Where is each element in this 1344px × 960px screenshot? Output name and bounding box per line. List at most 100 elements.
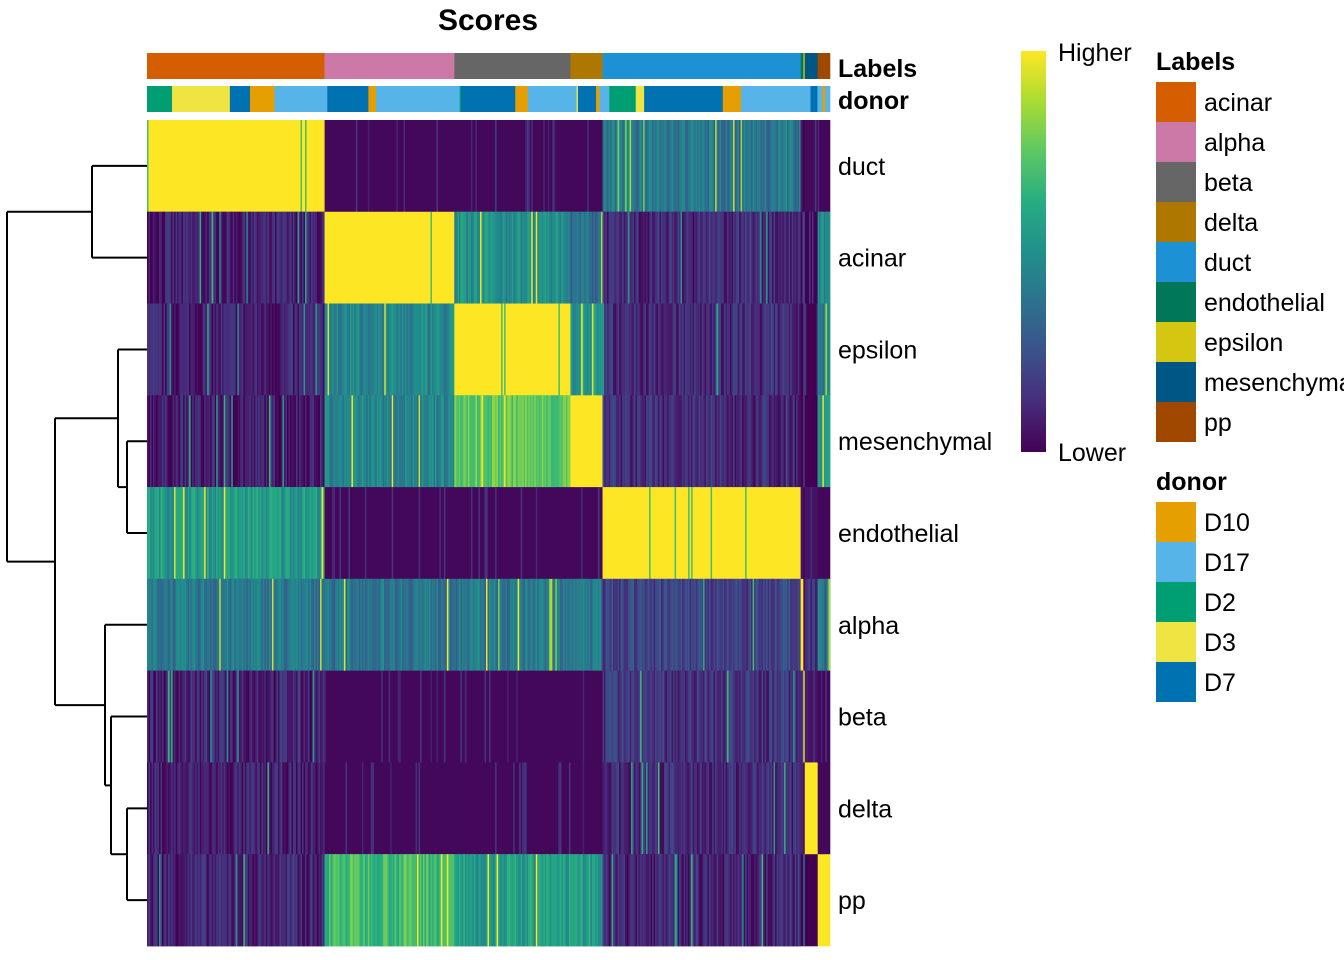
- heatmap-stripe: [175, 762, 178, 855]
- heatmap-stripe: [706, 578, 708, 671]
- heatmap-stripe: [745, 303, 747, 396]
- heatmap-stripe: [283, 487, 286, 580]
- heatmap-stripe: [201, 578, 203, 671]
- heatmap-stripe: [679, 578, 681, 671]
- heatmap-stripe: [819, 578, 821, 671]
- heatmap-stripe: [685, 303, 687, 396]
- heatmap-stripe: [274, 762, 277, 855]
- heatmap-stripe: [797, 762, 800, 855]
- heatmap-stripe: [700, 120, 702, 213]
- heatmap-stripe: [785, 578, 788, 671]
- heatmap-stripe: [736, 762, 738, 855]
- heatmap-stripe: [828, 578, 831, 671]
- heatmap-stripe: [688, 211, 690, 304]
- heatmap-stripe: [736, 670, 738, 763]
- heatmap-stripe: [743, 762, 746, 855]
- heatmap-stripe: [763, 120, 765, 213]
- heatmap-stripe: [683, 120, 686, 213]
- heatmap-stripe: [455, 854, 458, 947]
- heatmap-stripe: [617, 395, 620, 488]
- heatmap-stripe: [166, 487, 169, 580]
- heatmap-stripe: [631, 303, 633, 396]
- heatmap-stripe: [367, 120, 370, 213]
- heatmap-stripe: [165, 487, 167, 580]
- heatmap-stripe: [154, 762, 157, 855]
- heatmap-stripe: [646, 120, 648, 213]
- heatmap-stripe: [247, 578, 250, 671]
- heatmap-stripe: [147, 762, 149, 855]
- heatmap-stripe: [724, 854, 726, 947]
- heatmap-stripe: [271, 487, 274, 580]
- heatmap-stripe: [742, 395, 744, 488]
- heatmap-stripe: [256, 303, 259, 396]
- heatmap-stripe: [235, 395, 238, 488]
- heatmap-stripe: [671, 211, 674, 304]
- heatmap-stripe: [372, 578, 375, 671]
- heatmap-stripe: [247, 211, 250, 304]
- heatmap-stripe: [799, 670, 801, 763]
- heatmap-stripe: [400, 578, 403, 671]
- heatmap-stripe: [225, 854, 227, 947]
- heatmap-stripe: [591, 303, 594, 396]
- heatmap-stripe: [478, 487, 480, 580]
- heatmap-stripe: [264, 762, 267, 855]
- heatmap-stripe: [538, 854, 541, 947]
- heatmap-stripe: [184, 670, 187, 763]
- heatmap-stripe: [384, 854, 386, 947]
- heatmap-stripe: [504, 395, 506, 488]
- heatmap-stripe: [760, 211, 762, 304]
- heatmap-stripe: [163, 762, 166, 855]
- heatmap-stripe: [528, 395, 530, 488]
- heatmap-stripe: [403, 395, 406, 488]
- annotation-segment-D17: [599, 86, 610, 112]
- heatmap-stripe: [739, 762, 741, 855]
- heatmap-stripe: [312, 578, 315, 671]
- heatmap-stripe: [757, 211, 759, 304]
- heatmap-stripe: [250, 303, 253, 396]
- heatmap-stripe: [716, 762, 719, 855]
- heatmap-stripe: [715, 211, 717, 304]
- heatmap-stripe: [326, 578, 328, 671]
- heatmap-stripe: [698, 670, 701, 763]
- heatmap-stripe: [311, 395, 313, 488]
- heatmap-stripe: [163, 395, 166, 488]
- heatmap-stripe: [608, 395, 611, 488]
- heatmap-stripe: [340, 578, 343, 671]
- annotation-segment-D7: [577, 86, 597, 112]
- heatmap-stripe: [712, 395, 714, 488]
- heatmap-stripe: [484, 395, 487, 488]
- heatmap-stripe: [314, 303, 316, 396]
- heatmap-stripe: [677, 578, 680, 671]
- heatmap-stripe: [399, 303, 401, 396]
- heatmap-stripe: [607, 670, 609, 763]
- heatmap-stripe: [610, 395, 612, 488]
- heatmap-stripe: [180, 578, 182, 671]
- heatmap-stripe: [261, 762, 264, 855]
- heatmap-stripe: [479, 854, 482, 947]
- heatmap-stripe: [809, 578, 811, 671]
- heatmap-stripe: [640, 211, 642, 304]
- heatmap-stripe: [817, 395, 820, 488]
- heatmap-stripe: [788, 303, 791, 396]
- heatmap-stripe: [749, 303, 752, 396]
- heatmap-stripe: [283, 854, 286, 947]
- heatmap-stripe: [192, 670, 194, 763]
- heatmap-stripe: [193, 854, 196, 947]
- heatmap-stripe: [351, 578, 354, 671]
- heatmap-stripe: [403, 120, 406, 213]
- heatmap-stripe: [686, 395, 689, 488]
- heatmap-stripe: [411, 395, 413, 488]
- heatmap-stripe: [758, 854, 761, 947]
- heatmap-stripe: [719, 303, 722, 396]
- heatmap-stripe: [758, 762, 761, 855]
- heatmap-stripe: [175, 303, 178, 396]
- heatmap-stripe: [294, 670, 297, 763]
- heatmap-stripe: [271, 854, 274, 947]
- heatmap-stripe: [730, 303, 732, 396]
- heatmap-stripe: [286, 487, 289, 580]
- heatmap-stripe: [713, 670, 716, 763]
- heatmap-stripe: [249, 487, 252, 580]
- heatmap-stripe: [259, 578, 262, 671]
- heatmap-stripe: [495, 487, 497, 580]
- heatmap-stripe: [722, 211, 725, 304]
